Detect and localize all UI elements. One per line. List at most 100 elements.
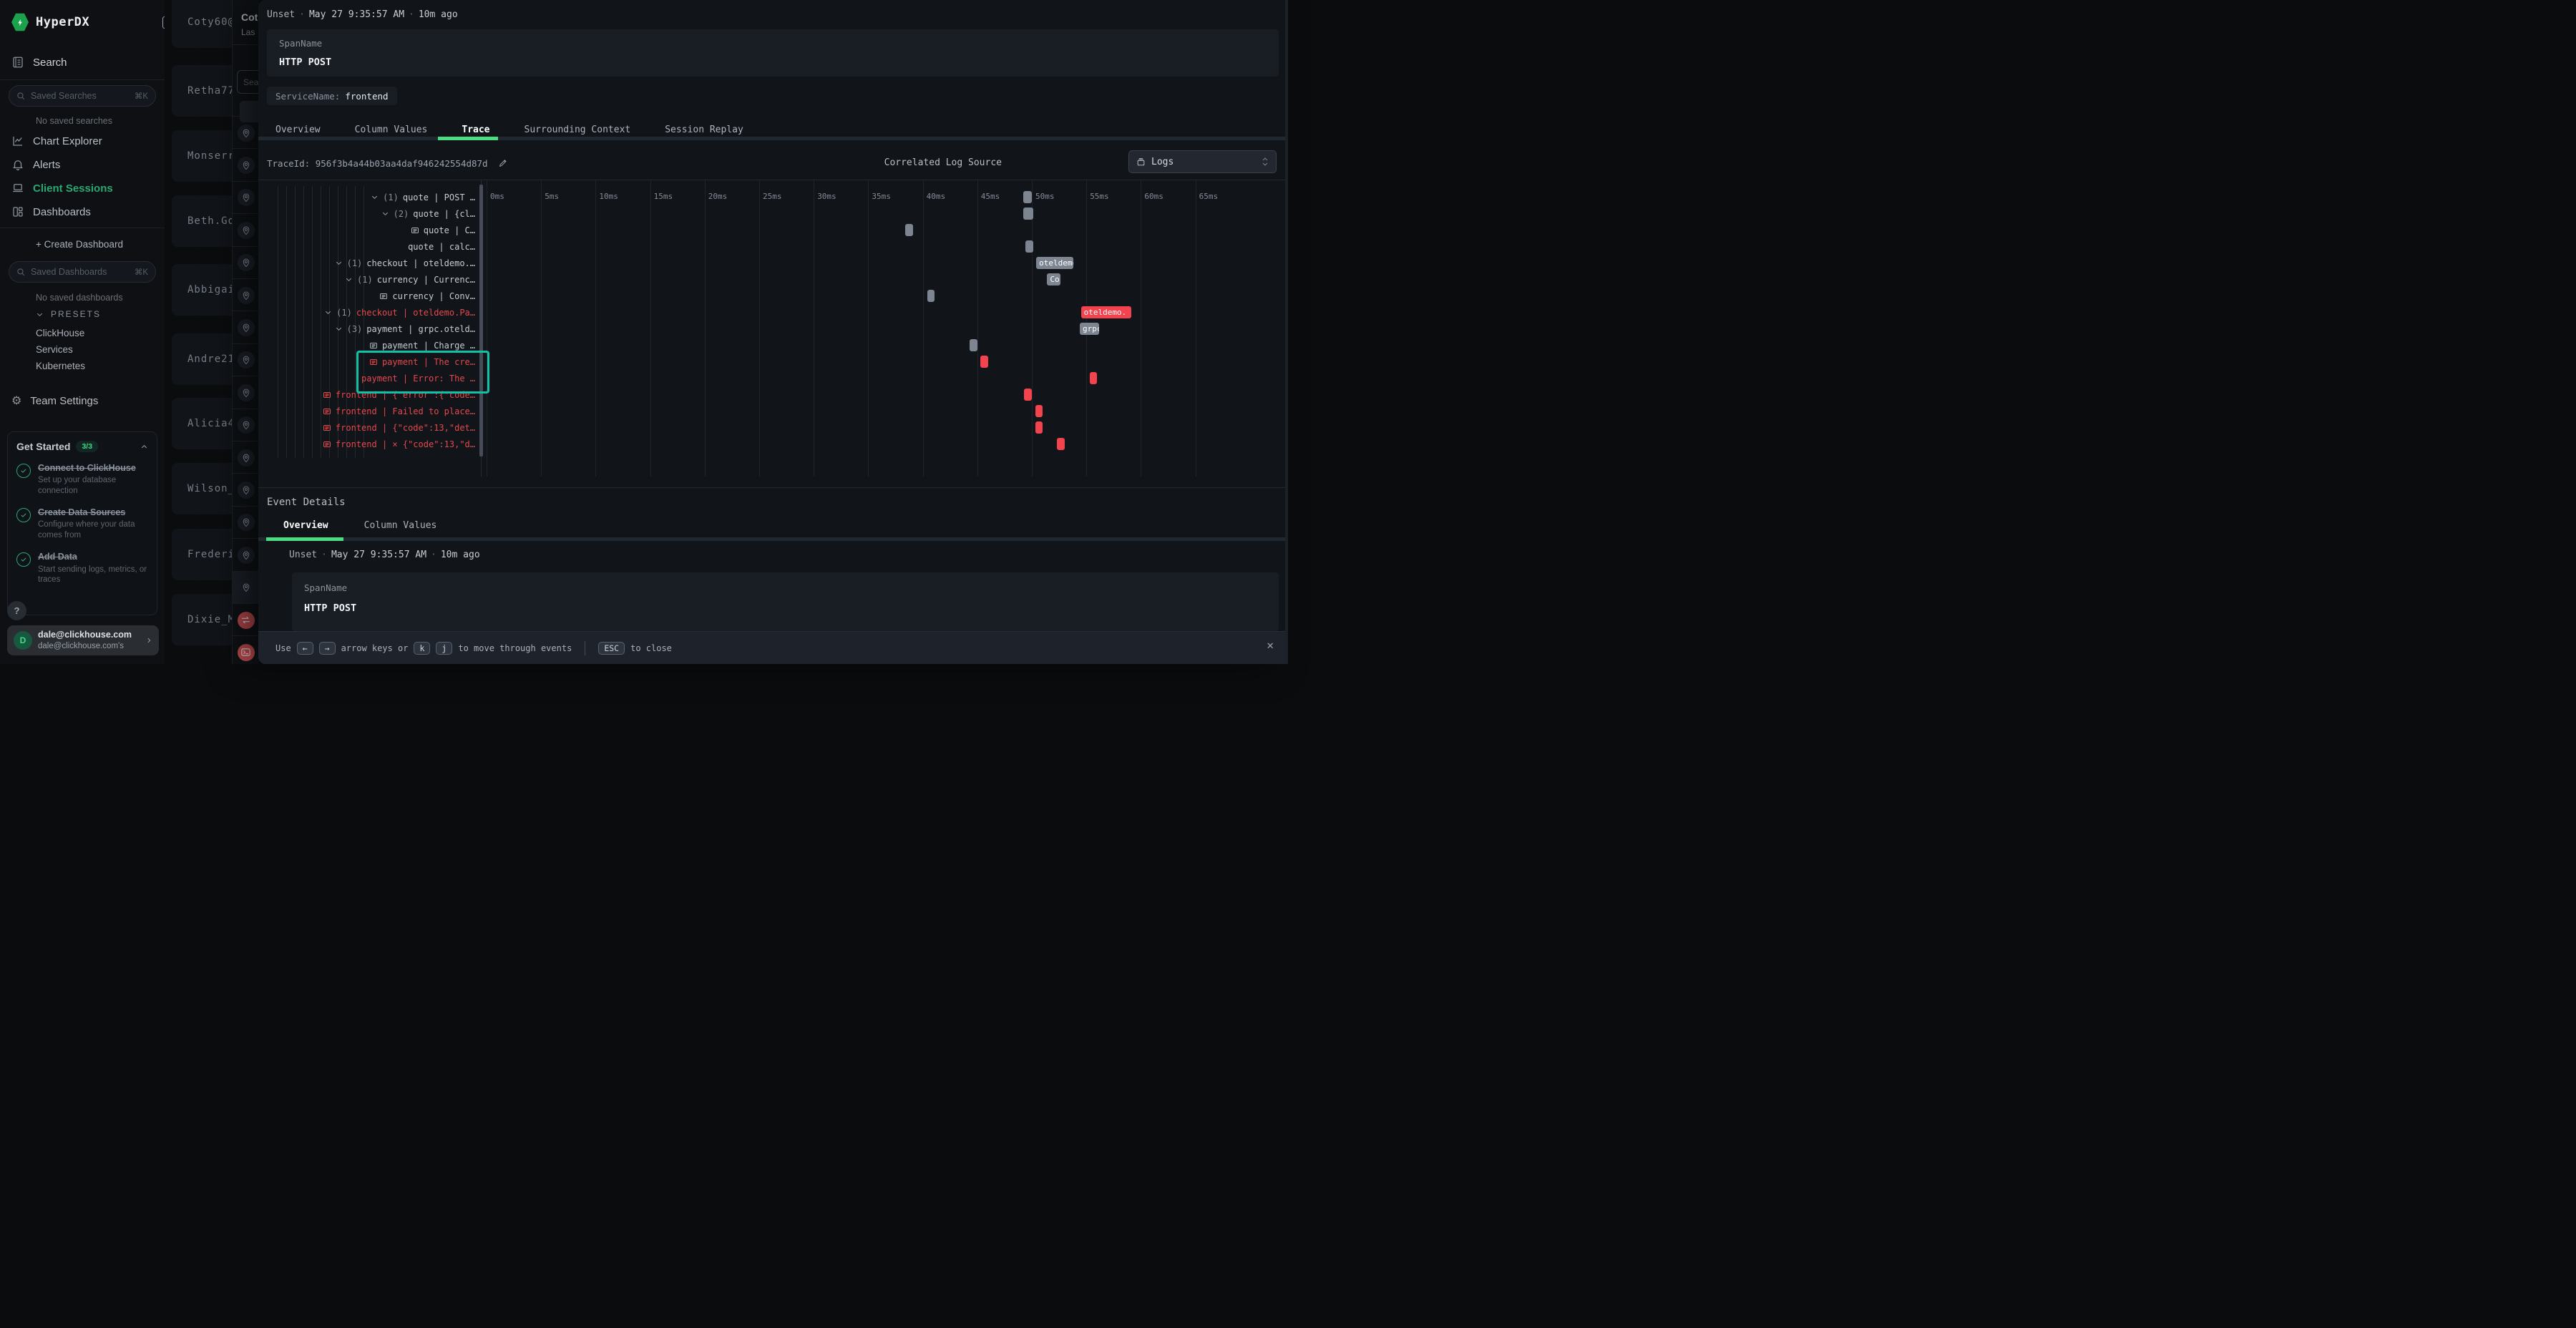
- span-duration-bar[interactable]: grpc: [1080, 323, 1099, 335]
- session-list-item[interactable]: Beth.Gol: [172, 195, 232, 247]
- sidebar-item-search[interactable]: Search: [0, 56, 187, 69]
- span-duration-bar[interactable]: [980, 356, 988, 368]
- span-duration-bar[interactable]: [970, 339, 977, 351]
- span-duration-bar[interactable]: [1023, 191, 1032, 203]
- event-row[interactable]: [233, 246, 259, 279]
- event-row[interactable]: [233, 181, 259, 214]
- session-list-item[interactable]: Retha77@: [172, 65, 232, 117]
- event-row[interactable]: [233, 278, 259, 311]
- session-list-item[interactable]: Alicia42: [172, 398, 232, 449]
- span-duration-bar[interactable]: [1025, 240, 1033, 253]
- sidebar-item-dashboards[interactable]: Dashboards: [0, 205, 187, 218]
- session-list-item[interactable]: Abbigail: [172, 264, 232, 316]
- get-started-header[interactable]: Get Started 3/3: [16, 441, 148, 452]
- tab-column-values[interactable]: Column Values: [355, 125, 428, 135]
- sidebar-item-chart-explorer[interactable]: Chart Explorer: [0, 135, 187, 147]
- event-row[interactable]: [233, 343, 259, 376]
- sidebar-preset-services[interactable]: Services: [36, 344, 73, 355]
- tab-surrounding-context[interactable]: Surrounding Context: [525, 125, 631, 135]
- session-list-item[interactable]: Wilson_H: [172, 463, 232, 514]
- span-duration-bar[interactable]: [927, 290, 935, 302]
- session-list-item[interactable]: Andre21@: [172, 333, 232, 385]
- trace-tree-row[interactable]: (2)quote | {cl…: [267, 205, 475, 222]
- trace-tree-row[interactable]: (1)checkout | oteldemo.Pa…: [267, 304, 475, 321]
- chevron-down-icon[interactable]: [335, 259, 343, 267]
- trace-tree-row[interactable]: currency | Conv…: [267, 288, 475, 304]
- span-duration-bar[interactable]: [1023, 208, 1033, 220]
- event-row[interactable]: [233, 473, 259, 506]
- span-duration-bar[interactable]: [905, 224, 913, 236]
- session-list-item[interactable]: Dixie_Mc: [172, 594, 232, 645]
- span-duration-bar[interactable]: [1035, 405, 1043, 417]
- sidebar-item-client-sessions[interactable]: Client Sessions: [0, 182, 187, 195]
- strip-search-input[interactable]: Sea: [237, 70, 259, 94]
- span-duration-bar[interactable]: Co: [1047, 273, 1060, 285]
- sidebar-preset-clickhouse[interactable]: ClickHouse: [36, 328, 84, 338]
- panel-scrollbar[interactable]: [1285, 0, 1288, 664]
- event-row[interactable]: [233, 441, 259, 474]
- presets-toggle[interactable]: PRESETS: [36, 309, 150, 319]
- event-row[interactable]: [233, 213, 259, 246]
- span-duration-bar[interactable]: [1024, 389, 1032, 401]
- session-list-item[interactable]: Frederic: [172, 529, 232, 580]
- trace-tree-row[interactable]: quote | C…: [267, 222, 475, 238]
- saved-dashboards-input[interactable]: Saved Dashboards ⌘K: [9, 261, 156, 283]
- trace-tree-row[interactable]: frontend | × {"code":13,"d…: [267, 436, 475, 452]
- span-duration-bar[interactable]: [1090, 372, 1098, 384]
- event-details-tab-overview[interactable]: Overview: [283, 520, 328, 531]
- saved-searches-input[interactable]: Saved Searches ⌘K: [9, 85, 156, 107]
- span-duration-bar[interactable]: [1035, 421, 1043, 434]
- event-row[interactable]: [233, 571, 259, 604]
- trace-tree-row[interactable]: frontend | Failed to place…: [267, 403, 475, 419]
- service-chip[interactable]: ServiceName: frontend: [267, 87, 397, 105]
- trace-tree-row[interactable]: quote | calc…: [267, 238, 475, 255]
- tab-trace[interactable]: Trace: [462, 125, 489, 135]
- event-row[interactable]: [233, 409, 259, 441]
- help-button[interactable]: ?: [7, 601, 26, 620]
- chevron-down-icon[interactable]: [381, 210, 389, 218]
- session-list-item[interactable]: Monserra: [172, 130, 232, 182]
- trace-tree-row[interactable]: (1)currency | Currenc…: [267, 271, 475, 288]
- event-row[interactable]: [233, 311, 259, 343]
- event-row-error[interactable]: [233, 635, 259, 664]
- chevron-down-icon[interactable]: [324, 308, 332, 316]
- sidebar-item-team-settings[interactable]: ⚙ Team Settings: [0, 394, 187, 408]
- event-row[interactable]: [233, 538, 259, 571]
- tab-overview[interactable]: Overview: [275, 125, 321, 135]
- chevron-down-icon[interactable]: [371, 193, 379, 201]
- span-duration-bar[interactable]: oteldemo.: [1081, 306, 1131, 318]
- event-row[interactable]: [233, 376, 259, 409]
- close-icon[interactable]: ✕: [1267, 640, 1274, 651]
- span-count: (2): [394, 209, 409, 219]
- chevron-down-icon[interactable]: [345, 275, 353, 283]
- tab-session-replay[interactable]: Session Replay: [665, 125, 743, 135]
- event-row[interactable]: [233, 116, 259, 149]
- log-icon: [379, 292, 388, 301]
- span-duration-bar[interactable]: [1057, 438, 1065, 450]
- user-menu[interactable]: D dale@clickhouse.com dale@clickhouse.co…: [7, 625, 159, 655]
- chevron-down-icon[interactable]: [335, 325, 343, 333]
- event-row[interactable]: [233, 506, 259, 539]
- event-row-error[interactable]: [233, 603, 259, 636]
- span-count: (1): [383, 192, 399, 202]
- event-row[interactable]: [233, 148, 259, 181]
- session-list-item[interactable]: Coty60@g: [172, 0, 232, 48]
- trace-tree-row[interactable]: (1)checkout | oteldemo.…: [267, 255, 475, 271]
- timestamp: May 27 9:35:57 AM: [309, 9, 404, 20]
- get-started-item[interactable]: Create Data SourcesConfigure where your …: [16, 507, 148, 541]
- trace-tree-row[interactable]: (1)quote | POST …: [267, 189, 475, 205]
- get-started-item[interactable]: Connect to ClickHouseSet up your databas…: [16, 462, 148, 497]
- span-count: (1): [336, 308, 352, 318]
- trace-tree-row[interactable]: (3)payment | grpc.oteld…: [267, 321, 475, 337]
- get-started-item[interactable]: Add DataStart sending logs, metrics, or …: [16, 551, 148, 585]
- sidebar-preset-kubernetes[interactable]: Kubernetes: [36, 361, 85, 371]
- edit-pencil-icon[interactable]: [498, 158, 508, 168]
- correlated-log-source-select[interactable]: Logs: [1128, 150, 1277, 173]
- trace-tree-row[interactable]: frontend | {"code":13,"det…: [267, 419, 475, 436]
- sidebar-item-alerts[interactable]: Alerts: [0, 158, 187, 171]
- tree-scrollbar-thumb[interactable]: [479, 185, 483, 456]
- shortcut-hint: ⌘K: [135, 267, 148, 277]
- create-dashboard-button[interactable]: + Create Dashboard: [36, 239, 123, 250]
- span-duration-bar[interactable]: oteldemo.: [1036, 257, 1073, 269]
- event-details-tab-column-values[interactable]: Column Values: [364, 520, 437, 531]
